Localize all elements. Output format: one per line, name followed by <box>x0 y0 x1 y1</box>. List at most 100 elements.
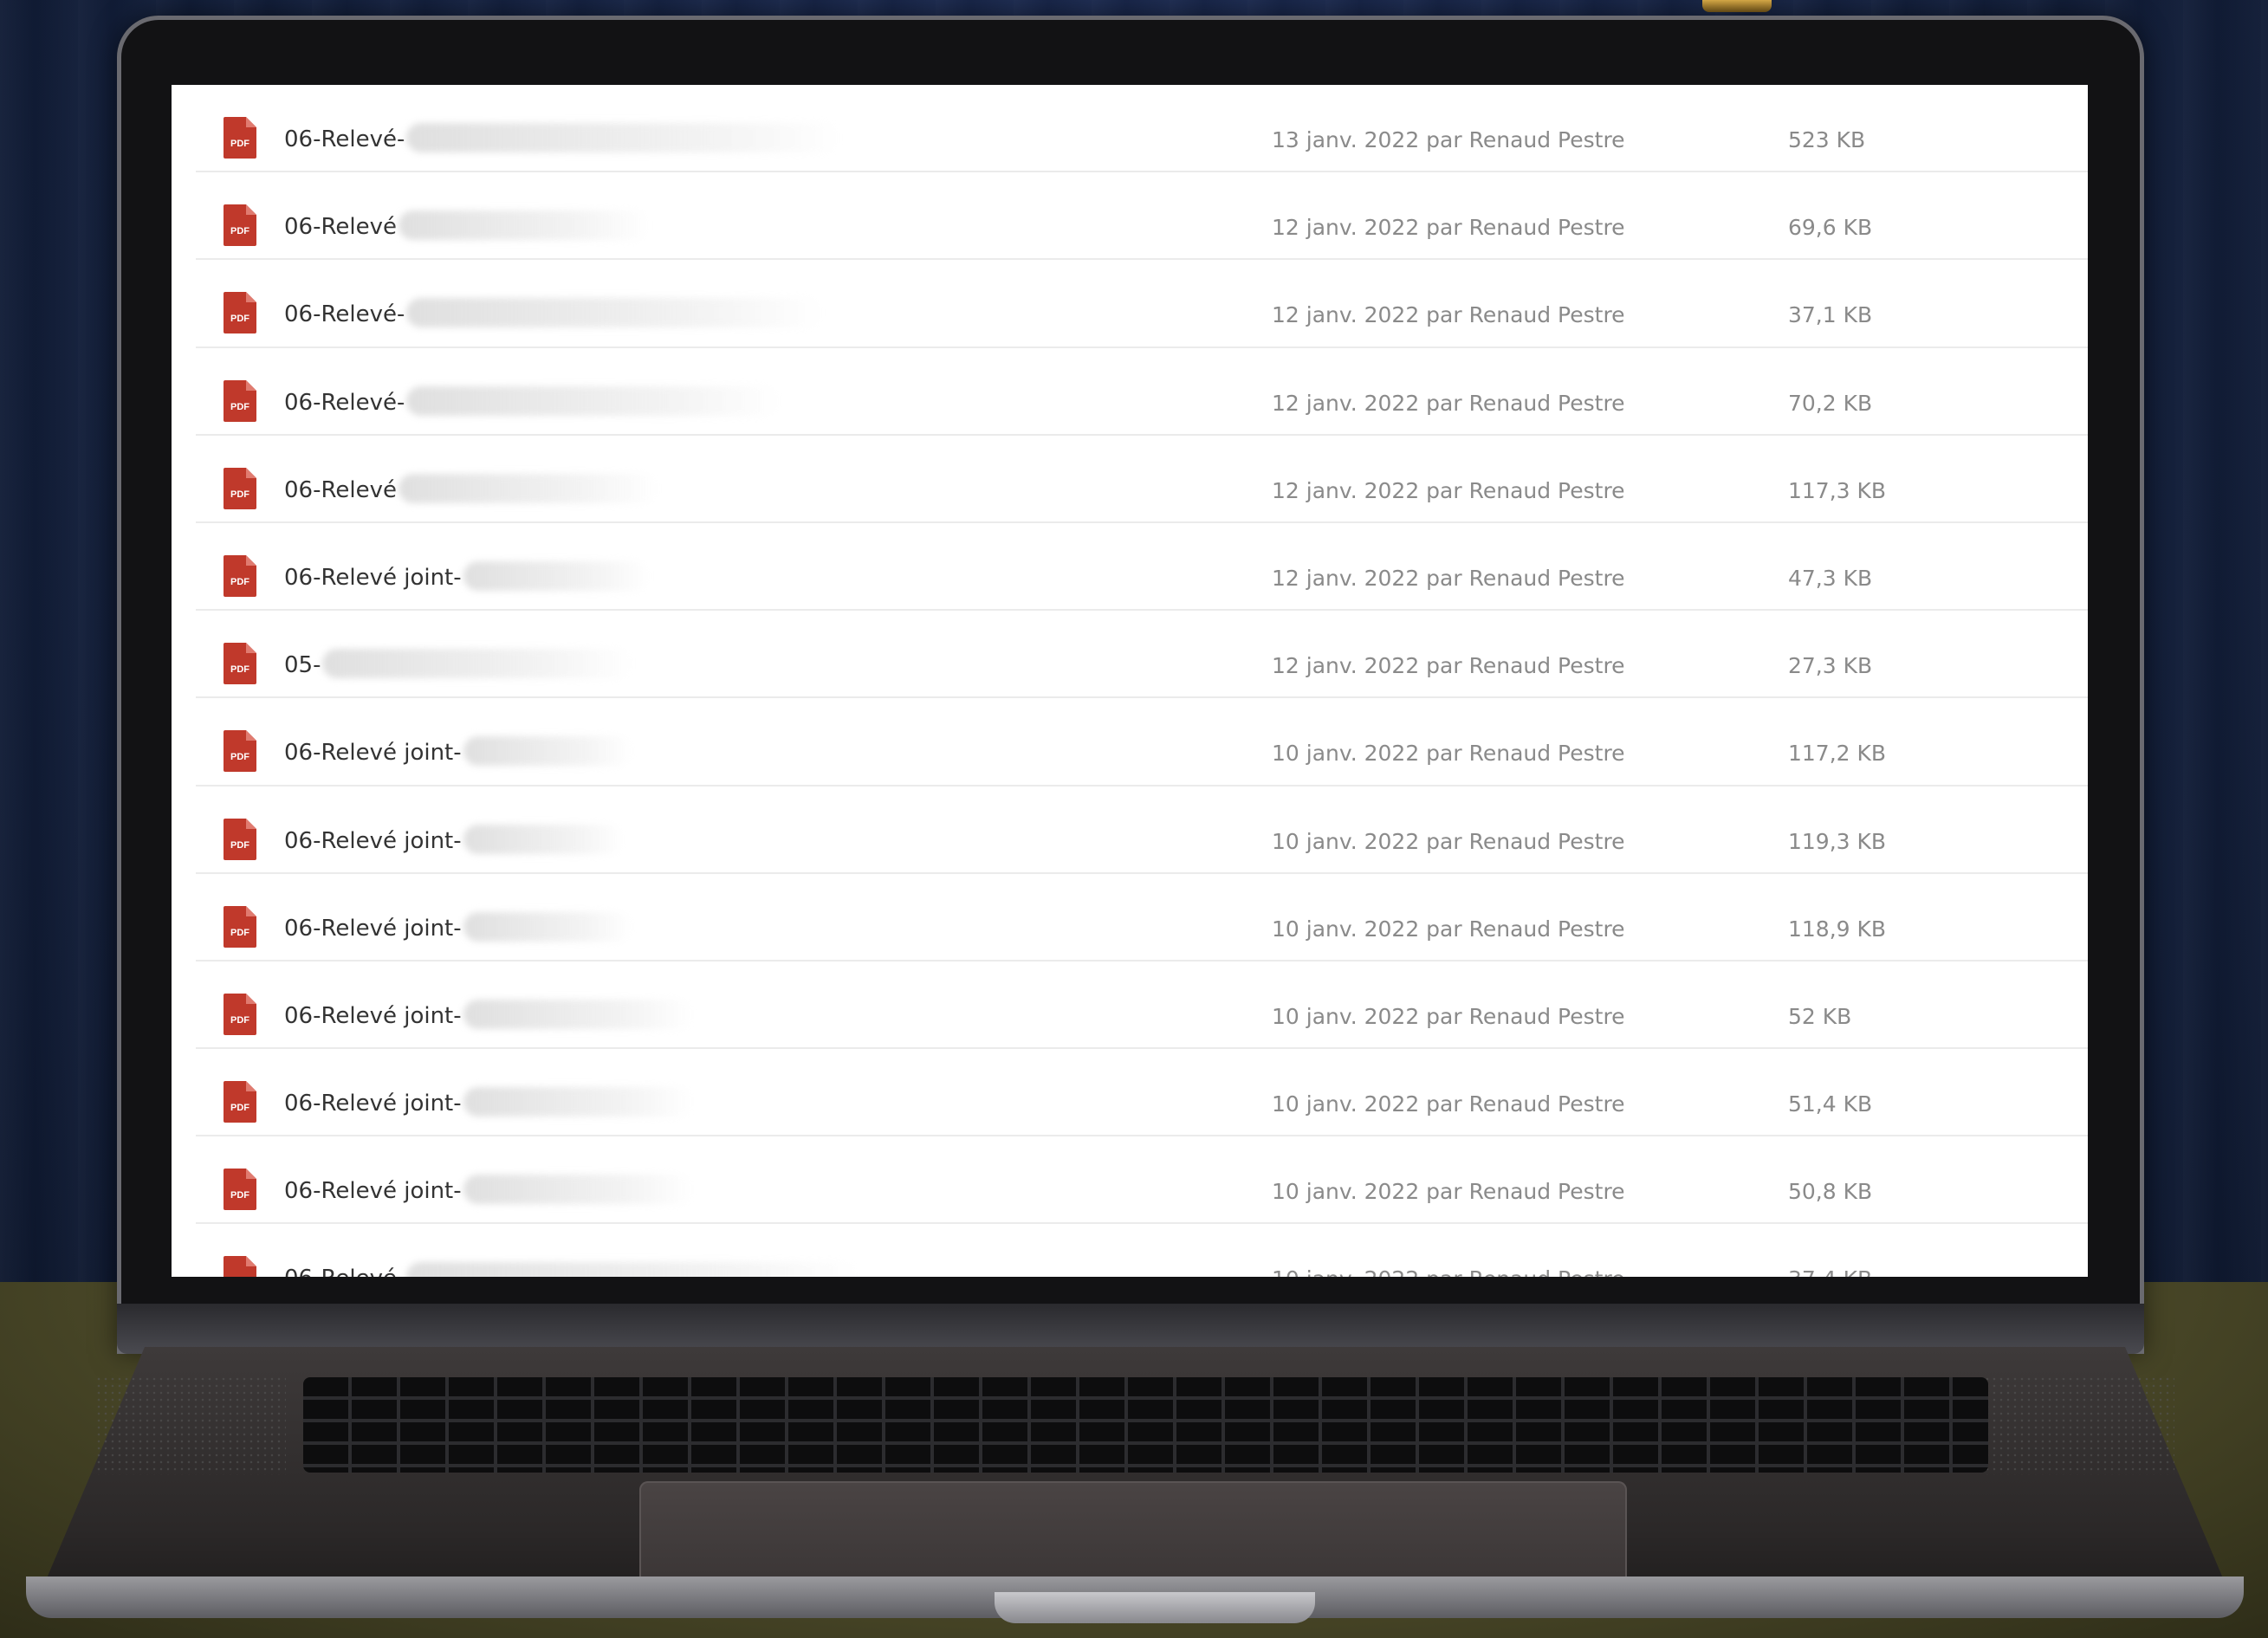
svg-text:PDF: PDF <box>230 1103 249 1113</box>
file-size: 52 KB <box>1788 1003 1852 1029</box>
file-row[interactable]: PDF 06-Relevé- 12 janv. 2022 par Renaud … <box>196 260 2088 348</box>
file-size: 119,3 KB <box>1788 828 1887 854</box>
redacted-filename-part <box>399 210 650 241</box>
file-modified-info: 10 janv. 2022 par Renaud Pestre <box>1272 1091 1625 1117</box>
file-modified-info: 13 janv. 2022 par Renaud Pestre <box>1272 127 1625 152</box>
redacted-filename-part <box>463 911 632 942</box>
pdf-icon: PDF <box>224 818 256 860</box>
file-row[interactable]: PDF 06-Relevé joint- 10 janv. 2022 par R… <box>196 874 2088 961</box>
pdf-icon: PDF <box>224 554 256 597</box>
redacted-filename-part <box>406 123 840 152</box>
pdf-icon: PDF <box>224 117 256 159</box>
pdf-icon: PDF <box>224 993 256 1035</box>
file-modified-info: 12 janv. 2022 par Renaud Pestre <box>1272 565 1625 591</box>
file-row[interactable]: PDF 06-Relevé joint- 10 janv. 2022 par R… <box>196 961 2088 1050</box>
lid-opening-notch <box>995 1592 1315 1623</box>
lamp-base <box>1702 0 1772 12</box>
redacted-filename-part <box>463 999 693 1029</box>
file-size: 37,4 KB <box>1788 1266 1872 1277</box>
svg-text:PDF: PDF <box>230 752 249 762</box>
svg-text:PDF: PDF <box>230 577 249 587</box>
file-name[interactable]: 06-Relevé- <box>284 301 405 327</box>
svg-text:PDF: PDF <box>230 1015 249 1026</box>
file-name[interactable]: 06-Relevé- <box>284 126 405 152</box>
svg-text:PDF: PDF <box>230 402 249 412</box>
file-row[interactable]: PDF 06-Relevé- 12 janv. 2022 par Renaud … <box>196 348 2088 436</box>
pdf-icon: PDF <box>224 292 256 334</box>
file-modified-info: 10 janv. 2022 par Renaud Pestre <box>1272 1179 1625 1205</box>
redacted-filename-part <box>322 649 632 679</box>
file-modified-info: 12 janv. 2022 par Renaud Pestre <box>1272 653 1625 679</box>
redacted-filename-part <box>463 736 632 767</box>
file-row[interactable]: PDF 06-Relevé joint- 12 janv. 2022 par R… <box>196 523 2088 612</box>
file-row[interactable]: PDF 05- 12 janv. 2022 par Renaud Pestre … <box>196 611 2088 699</box>
file-name[interactable]: 05- <box>284 652 321 678</box>
pdf-icon: PDF <box>224 1081 256 1123</box>
file-name[interactable]: 06-Relevé joint- <box>284 1178 462 1204</box>
file-name[interactable]: 06-Relevé <box>284 214 397 240</box>
file-modified-info: 10 janv. 2022 par Renaud Pestre <box>1272 916 1625 942</box>
file-name[interactable]: 06-Relevé joint- <box>284 828 462 854</box>
file-name[interactable]: 06-Relevé <box>284 477 397 503</box>
file-modified-info: 12 janv. 2022 par Renaud Pestre <box>1272 477 1625 503</box>
file-list: PDF 06-Relevé- 13 janv. 2022 par Renaud … <box>196 85 2088 1277</box>
pdf-icon: PDF <box>224 730 256 773</box>
file-modified-info: 12 janv. 2022 par Renaud Pestre <box>1272 215 1625 241</box>
svg-text:PDF: PDF <box>230 840 249 851</box>
file-row[interactable]: PDF 06-Relevé 12 janv. 2022 par Renaud P… <box>196 172 2088 261</box>
file-row[interactable]: PDF 06-Relevé joint- 10 janv. 2022 par R… <box>196 787 2088 874</box>
file-modified-info: 10 janv. 2022 par Renaud Pestre <box>1272 828 1625 854</box>
file-size: 37,1 KB <box>1788 302 1873 328</box>
file-row[interactable]: PDF 06-Relevé joint- 10 janv. 2022 par R… <box>196 1136 2088 1225</box>
svg-text:PDF: PDF <box>230 139 249 149</box>
redacted-filename-part <box>463 560 650 591</box>
file-size: 51,4 KB <box>1788 1091 1873 1117</box>
file-size: 69,6 KB <box>1788 215 1873 241</box>
pdf-icon: PDF <box>224 1169 256 1211</box>
file-row[interactable]: PDF 06-Relevé joint- 10 janv. 2022 par R… <box>196 698 2088 787</box>
file-size: 27,3 KB <box>1788 653 1873 679</box>
svg-text:PDF: PDF <box>230 1190 249 1201</box>
file-size: 117,3 KB <box>1788 477 1887 503</box>
file-modified-info: 10 janv. 2022 par Renaud Pestre <box>1272 741 1625 767</box>
file-modified-info: 12 janv. 2022 par Renaud Pestre <box>1272 302 1625 328</box>
file-name[interactable]: 06-Relevé joint- <box>284 916 462 942</box>
redacted-filename-part <box>399 473 658 503</box>
laptop-hinge <box>117 1304 2144 1354</box>
file-size: 117,2 KB <box>1788 741 1887 767</box>
file-modified-info: 12 janv. 2022 par Renaud Pestre <box>1272 390 1625 416</box>
file-name[interactable]: 06-Relevé- <box>284 390 405 416</box>
pdf-icon: PDF <box>224 379 256 422</box>
svg-text:PDF: PDF <box>230 664 249 675</box>
file-modified-info: 10 janv. 2022 par Renaud Pestre <box>1272 1003 1625 1029</box>
redacted-filename-part <box>463 1175 693 1205</box>
file-size: 70,2 KB <box>1788 390 1873 416</box>
file-row[interactable]: PDF 06-Relevé joint- 10 janv. 2022 par R… <box>196 1049 2088 1137</box>
pdf-icon: PDF <box>224 1256 256 1277</box>
file-row[interactable]: PDF 06-Relevé 12 janv. 2022 par Renaud P… <box>196 436 2088 523</box>
file-name[interactable]: 06-Relevé joint- <box>284 1003 462 1029</box>
speaker-grille-right <box>1984 1376 2174 1475</box>
file-size: 47,3 KB <box>1788 565 1873 591</box>
redacted-filename-part <box>406 1262 858 1277</box>
speaker-grille-left <box>95 1376 286 1475</box>
redacted-filename-part <box>406 385 780 416</box>
file-modified-info: 10 janv. 2022 par Renaud Pestre <box>1272 1266 1625 1277</box>
pdf-icon: PDF <box>224 467 256 509</box>
svg-text:PDF: PDF <box>230 489 249 500</box>
laptop-screen: PDF 06-Relevé- 13 janv. 2022 par Renaud … <box>172 85 2088 1277</box>
trackpad[interactable] <box>639 1481 1627 1589</box>
file-size: 523 KB <box>1788 127 1866 152</box>
pdf-icon: PDF <box>224 643 256 685</box>
file-name[interactable]: 06-Relevé joint- <box>284 565 462 591</box>
file-name[interactable]: 06-Relevé joint- <box>284 740 462 766</box>
svg-text:PDF: PDF <box>230 928 249 938</box>
file-row[interactable]: PDF 06-Relevé- 10 janv. 2022 par Renaud … <box>196 1224 2088 1277</box>
file-size: 50,8 KB <box>1788 1179 1873 1205</box>
file-name[interactable]: 06-Relevé- <box>284 1266 405 1277</box>
redacted-filename-part <box>463 824 624 854</box>
file-size: 118,9 KB <box>1788 916 1887 942</box>
svg-text:PDF: PDF <box>230 226 249 236</box>
file-row[interactable]: PDF 06-Relevé- 13 janv. 2022 par Renaud … <box>196 85 2088 173</box>
file-name[interactable]: 06-Relevé joint- <box>284 1091 462 1117</box>
